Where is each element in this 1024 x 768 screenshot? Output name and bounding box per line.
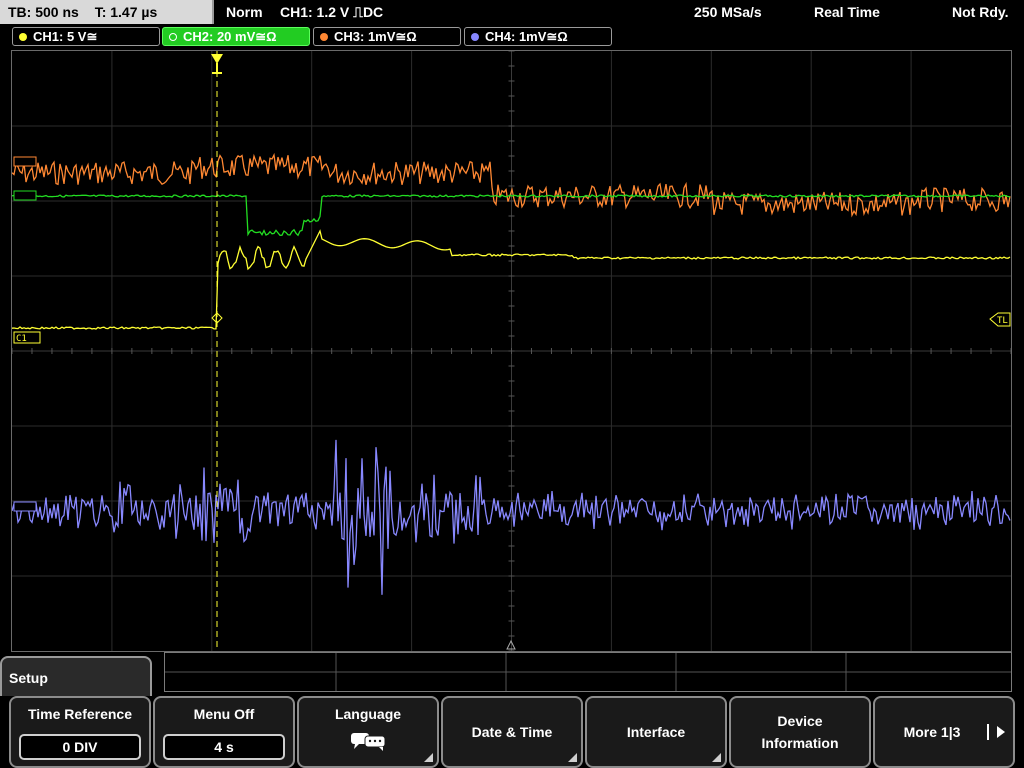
sample-rate: 250 MSa/s — [694, 4, 762, 20]
softkey-title: Time Reference — [27, 706, 132, 722]
status-bar: Norm CH1: 1.2 V ⎍DC 250 MSa/s Real Time … — [216, 0, 1024, 24]
ch1-marker-label: C1 — [16, 334, 27, 344]
menu-off-value: 4 s — [163, 734, 285, 760]
channel-label: CH1: 5 V≅ — [33, 29, 98, 44]
ch2-offset-marker — [13, 190, 37, 201]
ch2-dot-icon — [169, 33, 177, 41]
waveform-display[interactable]: C1 TL — [11, 50, 1012, 652]
channel-tab-ch4[interactable]: CH4: 1mV≅Ω — [464, 27, 612, 46]
softkey-title: Interface — [626, 724, 686, 740]
trigger-source[interactable]: CH1: 1.2 V ⎍DC — [280, 0, 383, 24]
interface-softkey[interactable]: Interface — [585, 696, 727, 768]
time-reference-softkey[interactable]: Time Reference 0 DIV — [9, 696, 151, 768]
trigger-level-marker: TL — [989, 312, 1011, 327]
trigger-mode[interactable]: Norm — [226, 0, 263, 24]
submenu-corner-icon — [424, 753, 433, 762]
channel-tab-ch3[interactable]: CH3: 1mV≅Ω — [313, 27, 461, 46]
date-time-softkey[interactable]: Date & Time — [441, 696, 583, 768]
ch4-dot-icon — [471, 33, 479, 41]
trigger-position-icon — [211, 54, 223, 74]
waveform-canvas: C1 TL — [12, 51, 1011, 651]
device-information-softkey[interactable]: Device Information — [729, 696, 871, 768]
channel-label: CH3: 1mV≅Ω — [334, 29, 417, 44]
speech-bubbles-icon — [351, 733, 386, 751]
softkey-title-line1: Device — [777, 713, 823, 729]
softkey-title: More 1|3 — [903, 724, 961, 740]
menu-off-softkey[interactable]: Menu Off 4 s — [153, 696, 295, 768]
graticule-grid — [12, 51, 1011, 651]
ch1-dot-icon — [19, 33, 27, 41]
submenu-corner-icon — [712, 753, 721, 762]
softkey-title: Menu Off — [193, 706, 255, 722]
language-softkey[interactable]: Language — [297, 696, 439, 768]
channel-tab-ch2[interactable]: CH2: 20 mV≅Ω — [162, 27, 310, 46]
channel-label: CH2: 20 mV≅Ω — [183, 29, 277, 44]
softkey-title: Date & Time — [471, 724, 553, 740]
info-strip — [164, 652, 1012, 692]
time-reference-value: 0 DIV — [19, 734, 141, 760]
trigger-level-label: TL — [997, 316, 1008, 326]
ch1-offset-marker: C1 — [13, 331, 41, 344]
timebase-value: TB: 500 ns — [8, 4, 79, 20]
trigger-time-value: T: 1.47 µs — [94, 4, 158, 20]
ch3-offset-marker — [13, 156, 37, 167]
submenu-corner-icon — [568, 753, 577, 762]
menu-title: Setup — [0, 656, 152, 696]
softkey-title-line2: Information — [761, 735, 839, 751]
arrow-right-icon — [997, 726, 1005, 738]
more-softkey[interactable]: More 1|3 — [873, 696, 1015, 768]
softkey-title: Language — [334, 706, 402, 722]
channel-label: CH4: 1mV≅Ω — [485, 29, 568, 44]
ready-status: Not Rdy. — [952, 4, 1009, 20]
ch3-dot-icon — [320, 33, 328, 41]
timebase-panel[interactable]: TB: 500 ns T: 1.47 µs — [0, 0, 214, 24]
separator-bar-icon — [987, 724, 989, 740]
acquisition-mode: Real Time — [814, 4, 880, 20]
channel-tab-ch1[interactable]: CH1: 5 V≅ — [12, 27, 160, 46]
ch4-offset-marker — [13, 501, 37, 512]
